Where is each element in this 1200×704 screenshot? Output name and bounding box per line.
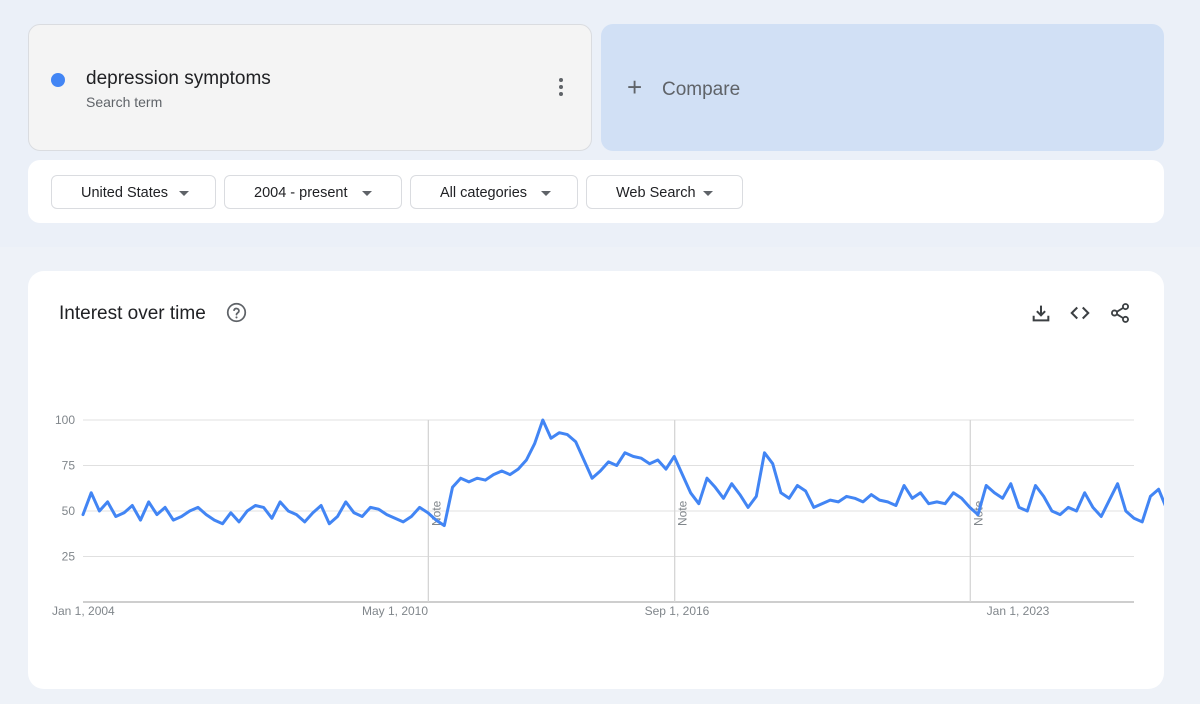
search-term-type: Search term (86, 94, 163, 110)
y-tick-label: 50 (62, 504, 76, 518)
filter-region[interactable]: United States (51, 175, 216, 209)
interest-line-chart: 100755025Note Note NoteJan 1, 2004 May 1, 2… (52, 413, 1164, 618)
y-tick-label: 25 (62, 550, 76, 564)
filter-time-range[interactable]: 2004 - present (224, 175, 402, 209)
x-tick-label: Jan 1, 2004 (52, 604, 115, 618)
caret-down-icon (179, 191, 189, 196)
filter-search-type[interactable]: Web Search (586, 175, 743, 209)
x-tick-label: May 1, 2010 (362, 604, 428, 618)
caret-down-icon (703, 191, 713, 196)
x-tick-label: Sep 1, 2016 (645, 604, 710, 618)
more-options-icon[interactable] (555, 78, 567, 100)
filter-category-label: All categories (440, 185, 528, 201)
series-color-dot (51, 73, 65, 87)
caret-down-icon (541, 191, 551, 196)
search-term-name[interactable]: depression symptoms (86, 68, 271, 90)
filter-time-range-label: 2004 - present (254, 185, 348, 201)
caret-down-icon (362, 191, 372, 196)
x-tick-label: Jan 1, 2023 (987, 604, 1050, 618)
filter-category[interactable]: All categories (410, 175, 578, 209)
filter-bar: United States 2004 - present All categor… (28, 160, 1164, 223)
plus-icon: + (627, 72, 643, 102)
filter-search-type-label: Web Search (616, 185, 696, 201)
compare-label: Compare (662, 79, 741, 100)
note-label: Note (676, 500, 690, 526)
search-term-card[interactable]: depression symptoms Search term (28, 24, 592, 151)
interest-over-time-card: Interest over time 100 75 50 25 Note Note Note… (28, 271, 1164, 689)
series-line (81, 418, 1164, 528)
filter-region-label: United States (81, 185, 169, 201)
y-tick-label: 75 (62, 459, 76, 473)
compare-button[interactable]: + Compare (601, 24, 1164, 151)
y-tick-label: 100 (55, 413, 75, 427)
